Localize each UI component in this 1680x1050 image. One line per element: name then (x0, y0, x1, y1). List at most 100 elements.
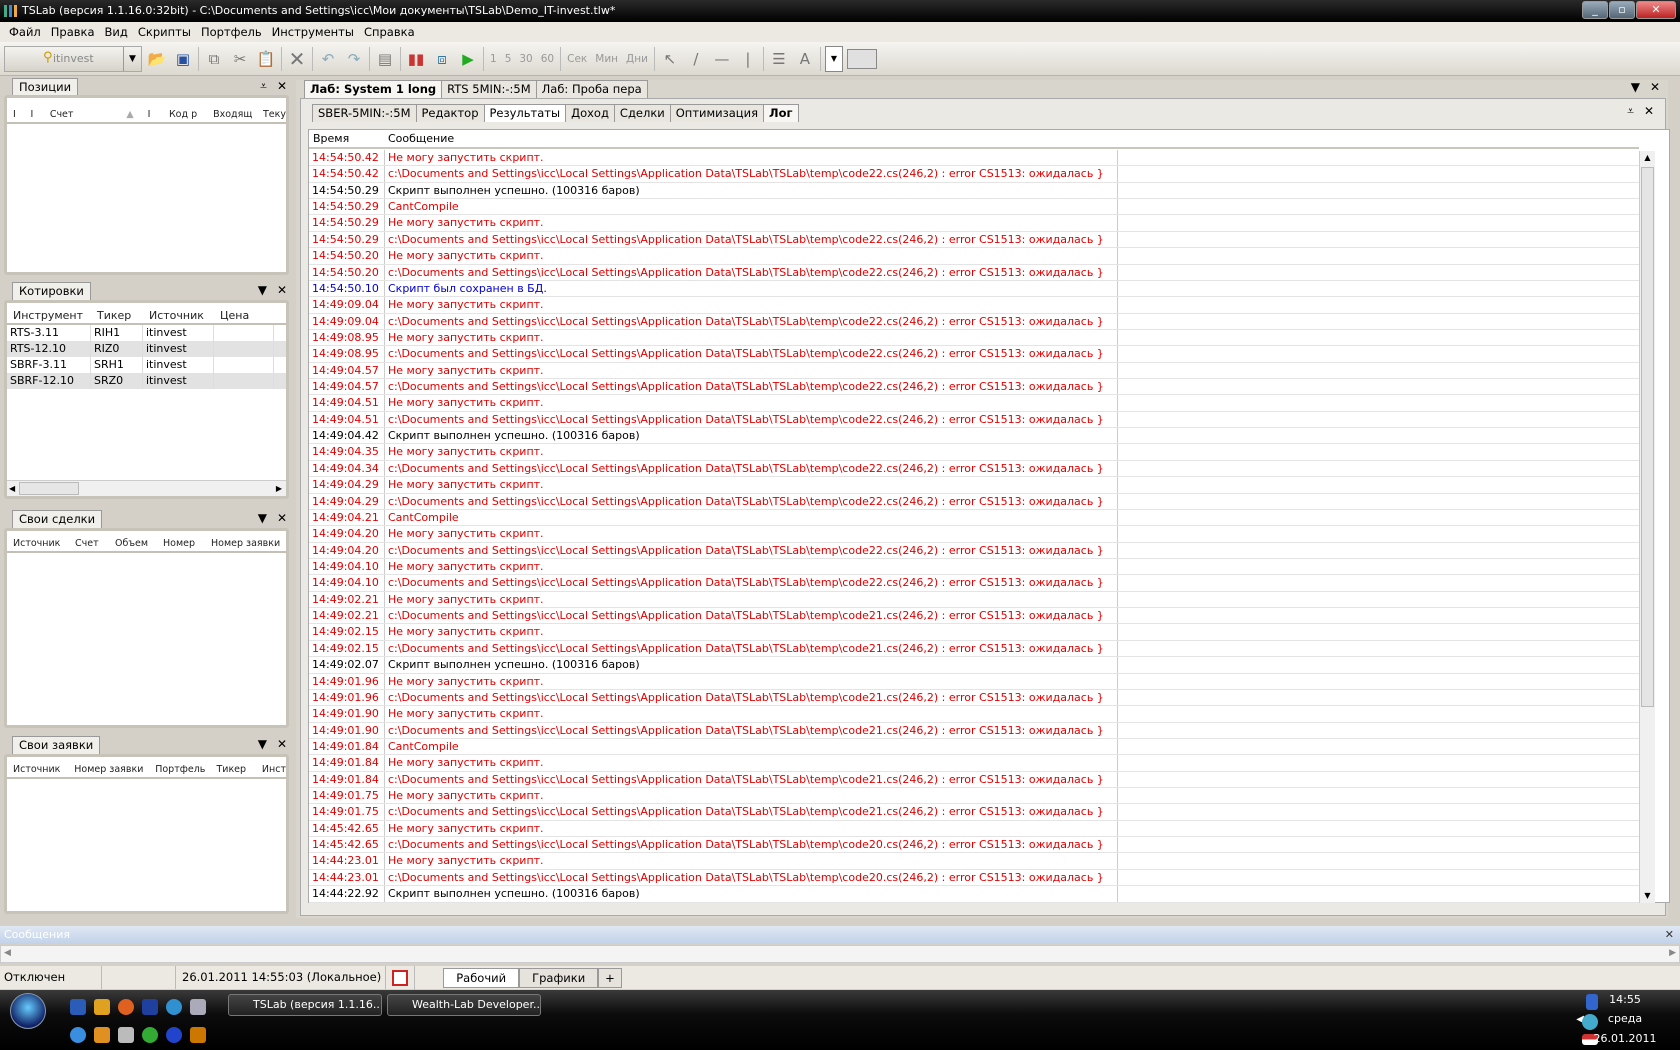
interval-30[interactable]: 30 (517, 53, 534, 65)
log-row[interactable]: 14:54:50.29 Скрипт выполнен успешно. (100… (309, 182, 1639, 200)
log-row[interactable]: 14:54:50.29 c:\Documents and Settings\icc… (309, 231, 1639, 249)
log-row[interactable]: 14:49:02.21 Не могу запустить скрипт. (309, 591, 1639, 609)
log-row[interactable]: 14:49:01.84 Не могу запустить скрипт. (309, 755, 1639, 772)
line-icon[interactable]: / (685, 48, 707, 70)
close-icon[interactable]: ✕ (1644, 104, 1654, 119)
color-swatch[interactable] (846, 48, 877, 69)
start-button[interactable] (10, 993, 46, 1029)
log-row[interactable]: 14:49:04.57 c:\Documents and Settings\icc… (309, 379, 1639, 396)
log-row[interactable]: 14:49:04.29 c:\Documents and Settings\icc… (309, 493, 1639, 510)
log-row[interactable]: 14:44:23.01 Не могу запустить скрипт. (309, 853, 1639, 870)
list-icon[interactable]: ☰ (768, 48, 790, 70)
diagram-icon[interactable]: ⧈ (431, 48, 453, 70)
log-row[interactable]: 14:54:50.20 Не могу запустить скрипт. (309, 248, 1639, 265)
dropdown-icon[interactable]: ▼ (258, 737, 267, 751)
explorer-icon[interactable] (94, 1027, 110, 1043)
quote-row[interactable]: RTS-12.10 RIZ0 itinvest (7, 341, 286, 357)
log-row[interactable]: 14:49:01.90 c:\Documents and Settings\icc… (309, 722, 1639, 739)
col-instrument[interactable]: Инст (256, 764, 286, 775)
record-indicator-icon[interactable] (392, 969, 409, 986)
col-source[interactable]: Источник (7, 538, 69, 549)
pointer-icon[interactable]: ↖ (659, 48, 681, 70)
app-icon[interactable] (166, 1027, 182, 1043)
interval-60[interactable]: 60 (539, 53, 556, 65)
log-row[interactable]: 14:54:50.29 Не могу запустить скрипт. (309, 215, 1639, 232)
app-icon[interactable] (190, 1027, 206, 1043)
col[interactable]: I (7, 109, 24, 120)
col-instrument[interactable]: Инструмент (7, 309, 91, 322)
log-row[interactable]: 14:49:04.34 c:\Documents and Settings\icc… (309, 460, 1639, 478)
pin-icon[interactable]: ⩡ (260, 79, 267, 94)
quote-row[interactable]: SBRF-3.11 SRH1 itinvest (7, 357, 286, 373)
word-icon[interactable] (70, 999, 86, 1015)
log-row[interactable]: 14:49:04.10 c:\Documents and Settings\icc… (309, 575, 1639, 592)
maximize-button[interactable]: ▫ (1609, 1, 1635, 19)
log-row[interactable]: 14:49:01.75 c:\Documents and Settings\icc… (309, 804, 1639, 821)
unit-days[interactable]: Дни (624, 53, 650, 65)
subtab-income[interactable]: Доход (565, 104, 615, 122)
dropdown-icon[interactable]: ▼ (1631, 80, 1640, 94)
log-row[interactable]: 14:49:02.21 c:\Documents and Settings\icc… (309, 608, 1639, 625)
calc-icon[interactable] (118, 1027, 134, 1043)
menu-edit[interactable]: Правка (46, 25, 100, 39)
log-row[interactable]: 14:49:04.51 Не могу запустить скрипт. (309, 395, 1639, 412)
color-dropdown[interactable]: ▼ (824, 45, 843, 72)
tab-lab-system-1-long[interactable]: Лаб: System 1 long (304, 80, 443, 98)
paste-icon[interactable]: 📋 (255, 48, 277, 70)
subtab-log[interactable]: Лог (763, 104, 799, 122)
log-row[interactable]: 14:49:09.04 c:\Documents and Settings\icc… (309, 313, 1639, 330)
log-row[interactable]: 14:49:01.84 c:\Documents and Settings\icc… (309, 771, 1639, 789)
chevron-down-icon[interactable]: ▼ (123, 46, 141, 71)
task-wealth-lab[interactable]: Wealth-Lab Developer... (387, 994, 541, 1016)
menu-portfolio[interactable]: Портфель (196, 25, 267, 39)
menu-file[interactable]: Файл (4, 25, 46, 39)
log-row[interactable]: 14:49:04.57 Не могу запустить скрипт. (309, 362, 1639, 380)
close-panel-icon[interactable]: ✕ (277, 737, 287, 751)
menu-scripts[interactable]: Скрипты (133, 25, 196, 39)
col-code[interactable]: Код р (163, 109, 207, 120)
menu-help[interactable]: Справка (359, 25, 420, 39)
own-orders-tab[interactable]: Свои заявки (12, 736, 101, 754)
log-row[interactable]: 14:54:50.10 Скрипт был сохранен в БД. (309, 280, 1639, 298)
log-row[interactable]: 14:49:01.90 Не могу запустить скрипт. (309, 706, 1639, 723)
log-row[interactable]: 14:54:50.42 Не могу запустить скрипт. (309, 150, 1639, 167)
quotes-tab[interactable]: Котировки (12, 282, 91, 300)
log-row[interactable]: 14:49:09.04 Не могу запустить скрипт. (309, 297, 1639, 314)
save-icon[interactable]: ▣ (172, 48, 194, 70)
tab-working[interactable]: Рабочий (443, 967, 520, 988)
log-row[interactable]: 14:49:04.20 c:\Documents and Settings\icc… (309, 542, 1639, 559)
col-source[interactable]: Источник (143, 309, 214, 322)
log-row[interactable]: 14:49:04.20 Не могу запустить скрипт. (309, 526, 1639, 543)
subtab-sber-5min[interactable]: SBER-5MIN:-:5M (312, 104, 417, 122)
col[interactable]: I (142, 109, 163, 120)
quote-row[interactable]: RTS-3.11 RIH1 itinvest (7, 325, 286, 341)
messages-scrollbar[interactable]: ◀ ▶ (0, 945, 1680, 963)
app-icon[interactable] (190, 999, 206, 1015)
col-source[interactable]: Источник (7, 764, 68, 775)
col-order-number[interactable]: Номер заявки (68, 764, 149, 775)
log-row[interactable]: 14:49:08.95 Не могу запустить скрипт. (309, 329, 1639, 347)
col-time[interactable]: Время (309, 132, 385, 145)
vertical-scrollbar[interactable]: ▲ ▼ (1639, 151, 1655, 903)
log-row[interactable]: 14:49:02.15 c:\Documents and Settings\icc… (309, 640, 1639, 658)
own-trades-tab[interactable]: Свои сделки (12, 510, 103, 528)
clock-time[interactable]: 14:55 (1590, 993, 1660, 1006)
log-row[interactable]: 14:49:01.96 Не могу запустить скрипт. (309, 673, 1639, 690)
col-current[interactable]: Теку (257, 109, 286, 120)
log-row[interactable]: 14:45:42.65 Не могу запустить скрипт. (309, 820, 1639, 838)
app-icon[interactable] (166, 999, 182, 1015)
vline-icon[interactable]: | (737, 48, 759, 70)
tab-lab-proba-pera[interactable]: Лаб: Проба пера (535, 80, 648, 98)
subtab-optimization[interactable]: Оптимизация (669, 104, 765, 122)
col-ticker[interactable]: Тикер (210, 764, 255, 775)
col-order-number[interactable]: Номер заявки (205, 538, 280, 549)
positions-tab[interactable]: Позиции (12, 78, 79, 96)
tab-rts-5min[interactable]: RTS 5MIN:-:5M (441, 80, 537, 98)
log-row[interactable]: 14:49:04.29 Не могу запустить скрипт. (309, 477, 1639, 494)
text-icon[interactable]: A (794, 48, 816, 70)
close-button[interactable]: ✕ (1636, 1, 1676, 19)
log-row[interactable]: 14:49:04.21 CantCompile (309, 509, 1639, 527)
open-folder-icon[interactable]: 📂 (146, 48, 168, 70)
subtab-results[interactable]: Результаты (483, 104, 567, 122)
task-tslab[interactable]: TSLab (версия 1.1.16... (228, 994, 382, 1016)
